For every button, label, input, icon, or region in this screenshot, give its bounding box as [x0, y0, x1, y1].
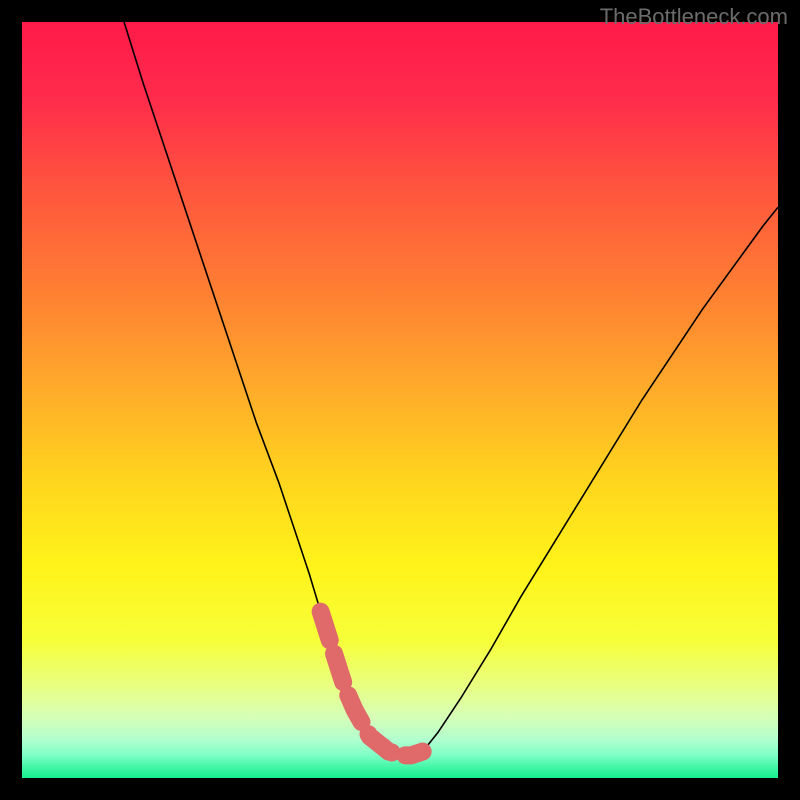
chart-page: TheBottleneck.com	[0, 0, 800, 800]
watermark-text: TheBottleneck.com	[600, 4, 788, 30]
plot-area	[22, 22, 778, 778]
valley-highlight	[321, 612, 423, 756]
annotation-layer	[22, 22, 778, 778]
